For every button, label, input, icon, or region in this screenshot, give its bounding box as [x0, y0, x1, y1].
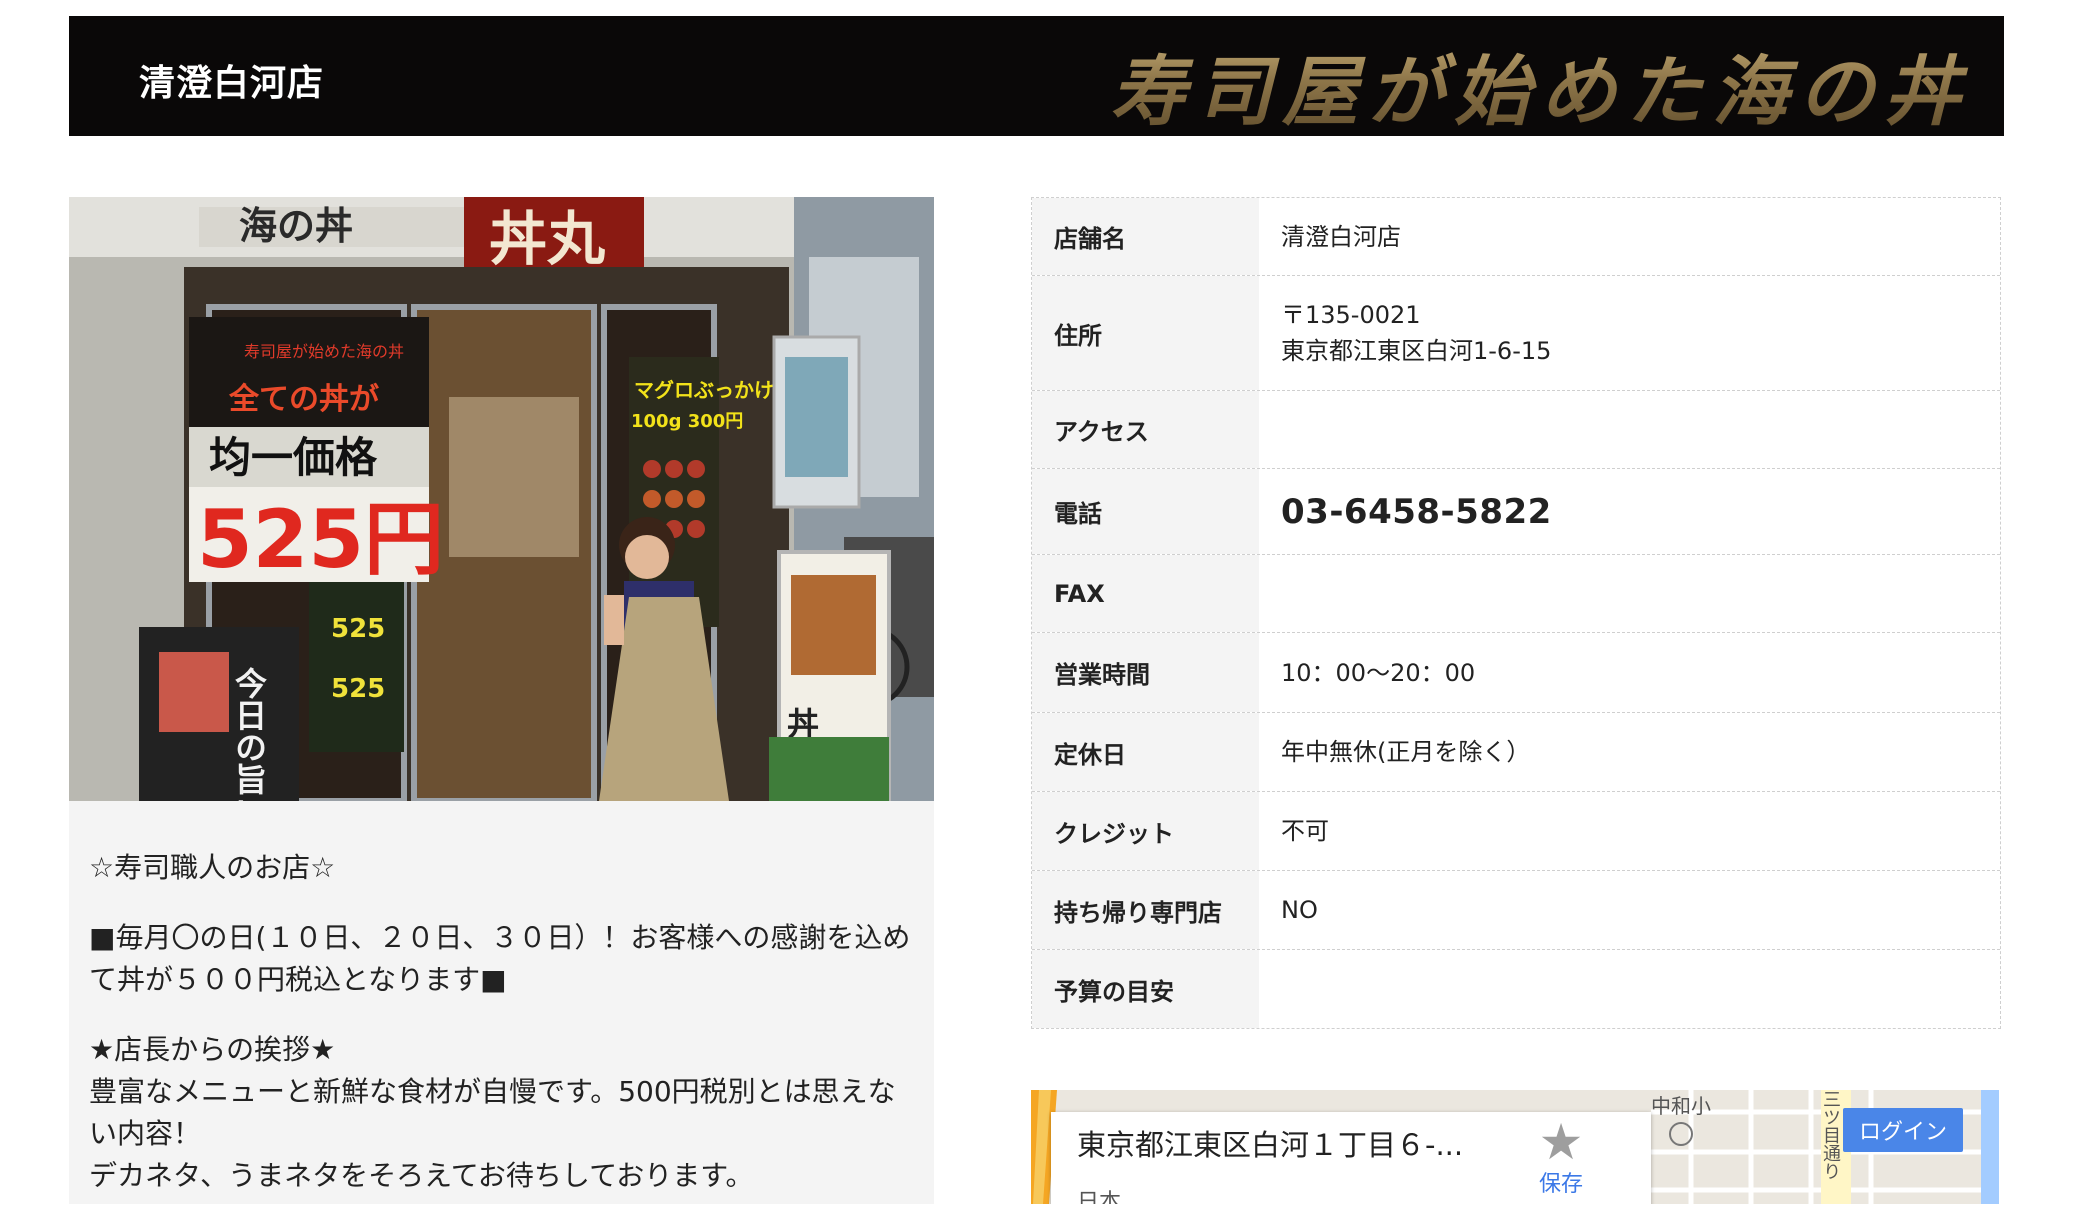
info-key: クレジット	[1032, 792, 1259, 870]
photo-poster-tuna: マグロぶっかけ丼	[634, 378, 794, 402]
description-heading: ☆寿司職人のお店☆	[89, 851, 336, 884]
info-key: 定休日	[1032, 713, 1259, 791]
holiday-value: 年中無休(正月を除く）	[1281, 738, 1531, 766]
takeout-value: NO	[1281, 896, 1318, 924]
store-description: ☆寿司職人のお店☆ ■毎月〇の日(１０日、２０日、３０日）！お客様への感謝を込め…	[89, 847, 919, 1225]
hours-value: 10：00〜20：00	[1281, 658, 1476, 687]
info-key: FAX	[1032, 555, 1259, 632]
info-row-credit: クレジット 不可	[1032, 792, 2000, 871]
google-map[interactable]: 中和小 三ツ目通り 東京都江東区白河１丁目６-... 日本 ★ 保存 ログイン	[1031, 1090, 1999, 1204]
map-address[interactable]: 東京都江東区白河１丁目６-...	[1077, 1122, 1477, 1164]
photo-menu-price2: 525	[331, 674, 385, 704]
phone-number-link[interactable]: 03-6458-5822	[1281, 494, 2000, 530]
info-key: 店舗名	[1032, 198, 1259, 275]
photo-board-today: 今日の旨い	[230, 666, 268, 801]
photo-sign-sub: 海の丼	[239, 203, 353, 248]
map-place-card[interactable]: 東京都江東区白河１丁目６-... 日本 ★ 保存	[1051, 1112, 1651, 1204]
photo-poster-price: 525円	[197, 493, 444, 586]
info-row-hours: 営業時間 10：00〜20：00	[1032, 633, 2000, 713]
photo-poster-line1: 寿司屋が始めた海の丼	[244, 342, 404, 361]
info-key: アクセス	[1032, 391, 1259, 468]
info-row-address: 住所 〒135-0021 東京都江東区白河1-6-15	[1032, 276, 2000, 391]
storefront-photo: 海の丼 丼丸 寿司屋が始めた海の丼 全ての丼が 均一価格 525円 マグロぶっか…	[69, 197, 934, 801]
info-row-fax: FAX	[1032, 555, 2000, 633]
photo-menu-price1: 525	[331, 614, 385, 644]
info-key: 住所	[1032, 276, 1259, 390]
star-icon[interactable]: ★	[1521, 1112, 1601, 1172]
map-country: 日本	[1077, 1190, 1122, 1204]
info-key: 予算の目安	[1032, 950, 1259, 1028]
info-row-phone: 電話 03-6458-5822	[1032, 469, 2000, 555]
credit-value: 不可	[1281, 817, 1329, 845]
store-photo-panel: 海の丼 丼丸 寿司屋が始めた海の丼 全ての丼が 均一価格 525円 マグロぶっか…	[69, 197, 934, 1204]
description-campaign: ■毎月〇の日(１０日、２０日、３０日）！お客様への感謝を込めて丼が５００円税込と…	[89, 921, 911, 996]
map-login-button[interactable]: ログイン	[1842, 1108, 1963, 1152]
map-label-street: 三ツ目通り	[1820, 1090, 1841, 1180]
store-name-value: 清澄白河店	[1281, 222, 1401, 251]
info-key: 電話	[1032, 469, 1259, 554]
photo-poster-tuna-price: 100g 300円	[631, 411, 743, 432]
info-row-takeout: 持ち帰り専門店 NO	[1032, 871, 2000, 950]
photo-sign-main: 丼丸	[489, 205, 605, 273]
store-info-table: 店舗名 清澄白河店 住所 〒135-0021 東京都江東区白河1-6-15 アク…	[1031, 197, 2001, 1029]
save-label[interactable]: 保存	[1521, 1166, 1601, 1198]
save-place-button[interactable]: ★ 保存	[1521, 1112, 1601, 1198]
photo-poster-line2: 全ての丼が	[228, 382, 379, 417]
brand-logo[interactable]: 寿司屋が始めた海の丼	[1110, 30, 1970, 140]
postal-code: 〒135-0021	[1281, 301, 1421, 329]
info-row-budget: 予算の目安	[1032, 950, 2000, 1028]
site-header: 清澄白河店 寿司屋が始めた海の丼	[69, 16, 2004, 136]
photo-poster-line3: 均一価格	[209, 433, 378, 482]
map-label-school: 中和小	[1651, 1094, 1711, 1118]
info-key: 営業時間	[1032, 633, 1259, 712]
info-key: 持ち帰り専門店	[1032, 871, 1259, 949]
store-title: 清澄白河店	[139, 63, 325, 104]
info-row-holiday: 定休日 年中無休(正月を除く）	[1032, 713, 2000, 792]
description-greeting: ★店長からの挨拶★ 豊富なメニューと新鮮な食材が自慢です。500円税別とは思えな…	[89, 1033, 896, 1192]
address-value: 東京都江東区白河1-6-15	[1281, 337, 1552, 365]
info-row-name: 店舗名 清澄白河店	[1032, 198, 2000, 276]
info-row-access: アクセス	[1032, 391, 2000, 469]
